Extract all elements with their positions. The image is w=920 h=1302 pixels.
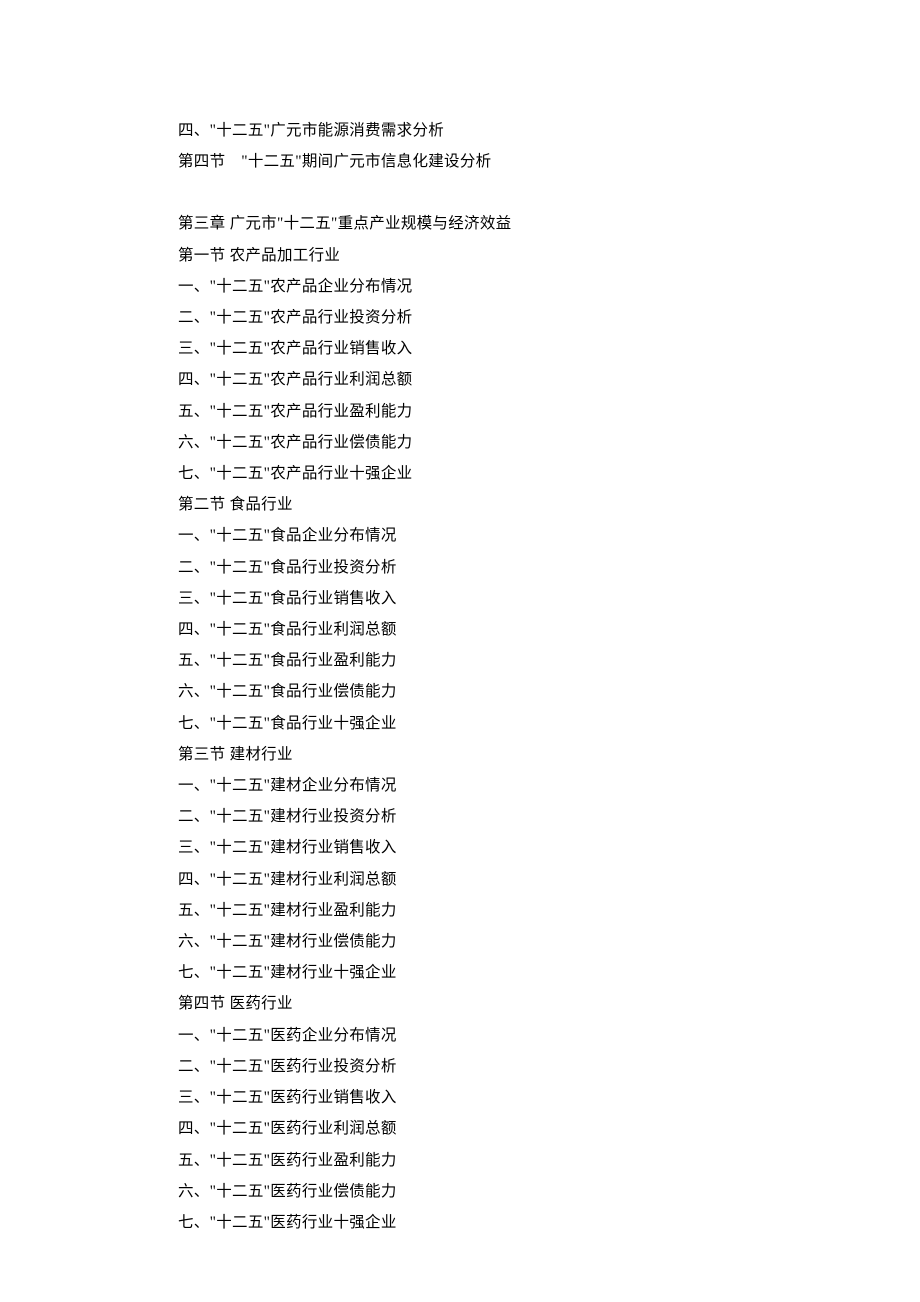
toc-line: 六、"十二五"食品行业偿债能力 — [178, 676, 738, 707]
toc-line: 二、"十二五"医药行业投资分析 — [178, 1051, 738, 1082]
toc-line: 第三节 建材行业 — [178, 739, 738, 770]
toc-line: 二、"十二五"农产品行业投资分析 — [178, 302, 738, 333]
toc-line: 三、"十二五"医药行业销售收入 — [178, 1082, 738, 1113]
toc-line: 第二节 食品行业 — [178, 489, 738, 520]
toc-line: 一、"十二五"农产品企业分布情况 — [178, 271, 738, 302]
toc-line: 七、"十二五"农产品行业十强企业 — [178, 458, 738, 489]
toc-line: 三、"十二五"食品行业销售收入 — [178, 583, 738, 614]
toc-line: 七、"十二五"食品行业十强企业 — [178, 708, 738, 739]
toc-line: 七、"十二五"建材行业十强企业 — [178, 957, 738, 988]
toc-line: 二、"十二五"食品行业投资分析 — [178, 552, 738, 583]
toc-line: 一、"十二五"医药企业分布情况 — [178, 1020, 738, 1051]
toc-line: 第三章 广元市"十二五"重点产业规模与经济效益 — [178, 208, 738, 239]
toc-line: 三、"十二五"建材行业销售收入 — [178, 832, 738, 863]
toc-line: 五、"十二五"医药行业盈利能力 — [178, 1145, 738, 1176]
toc-line: 六、"十二五"建材行业偿债能力 — [178, 926, 738, 957]
toc-line: 第四节 医药行业 — [178, 988, 738, 1019]
toc-line: 第四节 "十二五"期间广元市信息化建设分析 — [178, 146, 738, 177]
toc-line: 四、"十二五"农产品行业利润总额 — [178, 364, 738, 395]
toc-line: 一、"十二五"建材企业分布情况 — [178, 770, 738, 801]
toc-line: 四、"十二五"建材行业利润总额 — [178, 864, 738, 895]
document-page: 四、"十二五"广元市能源消费需求分析第四节 "十二五"期间广元市信息化建设分析第… — [0, 0, 738, 1238]
toc-line: 四、"十二五"广元市能源消费需求分析 — [178, 115, 738, 146]
toc-line: 四、"十二五"食品行业利润总额 — [178, 614, 738, 645]
toc-line: 五、"十二五"食品行业盈利能力 — [178, 645, 738, 676]
blank-line — [178, 177, 738, 208]
toc-line: 六、"十二五"医药行业偿债能力 — [178, 1176, 738, 1207]
toc-line: 四、"十二五"医药行业利润总额 — [178, 1113, 738, 1144]
toc-line: 第一节 农产品加工行业 — [178, 240, 738, 271]
toc-line: 七、"十二五"医药行业十强企业 — [178, 1207, 738, 1238]
toc-line: 三、"十二五"农产品行业销售收入 — [178, 333, 738, 364]
toc-line: 五、"十二五"建材行业盈利能力 — [178, 895, 738, 926]
toc-line: 一、"十二五"食品企业分布情况 — [178, 520, 738, 551]
toc-line: 六、"十二五"农产品行业偿债能力 — [178, 427, 738, 458]
toc-line: 五、"十二五"农产品行业盈利能力 — [178, 396, 738, 427]
toc-line: 二、"十二五"建材行业投资分析 — [178, 801, 738, 832]
